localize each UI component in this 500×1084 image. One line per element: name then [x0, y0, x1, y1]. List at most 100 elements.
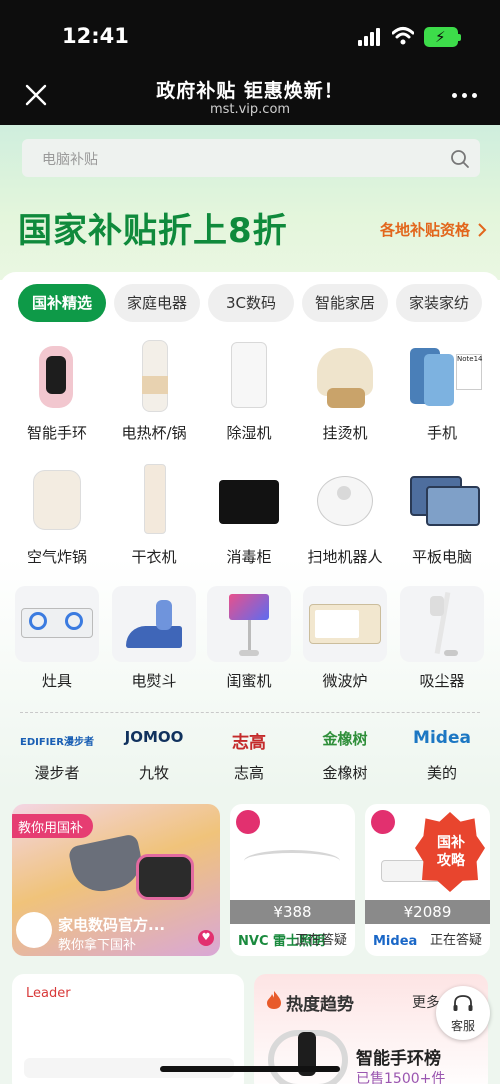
smart-band-image — [15, 338, 99, 414]
chevron-right-icon — [478, 223, 487, 237]
product-price: ¥388 — [230, 900, 355, 924]
brand-logo: EDIFIER漫步者 — [20, 737, 94, 748]
home-indicator[interactable] — [160, 1066, 340, 1072]
heart-icon[interactable]: ♥ — [198, 930, 214, 946]
category-vacuum[interactable]: 吸尘器 — [397, 586, 487, 691]
live-icon — [236, 810, 260, 834]
product-card-lamp[interactable]: ¥388 NVC 雷士照明 正在答疑 — [230, 804, 355, 956]
customer-service-button[interactable]: 客服 — [436, 986, 490, 1040]
promo-section: 教你用国补 家电数码官方... 教你拿下国补 ♥ ¥388 NVC 雷士照明 正… — [0, 792, 500, 1084]
sterilizer-image — [207, 462, 291, 538]
guobu-guide-card[interactable]: 教你用国补 家电数码官方... 教你拿下国补 ♥ — [12, 804, 220, 956]
category-label: 手机 — [426, 424, 457, 442]
category-label: 挂烫机 — [322, 424, 368, 442]
shop-subtitle: 教你拿下国补 — [58, 938, 137, 953]
customer-service-label: 客服 — [450, 1019, 475, 1033]
brand-label: 志高 — [233, 764, 264, 782]
live-icon — [371, 810, 395, 834]
dryer-image — [112, 462, 196, 538]
brand-logo: Midea — [413, 728, 471, 748]
category-robot-vacuum[interactable]: 扫地机器人 — [300, 462, 390, 567]
brand-edifier[interactable]: EDIFIER漫步者 漫步者 — [12, 728, 102, 783]
banner-title: 国家补贴折上8折 — [18, 211, 288, 251]
divider — [20, 712, 480, 713]
air-fryer-image — [15, 462, 99, 538]
tab-home-textile[interactable]: 家装家纺 — [396, 284, 482, 322]
dehumidifier-image — [207, 338, 291, 414]
category-smart-screen[interactable]: 闺蜜机 — [204, 586, 294, 691]
category-phone[interactable]: Note14 手机 — [397, 338, 487, 443]
tab-appliances[interactable]: 家庭电器 — [114, 284, 200, 322]
brand-logo: Leader — [26, 986, 71, 1001]
search-icon[interactable] — [450, 149, 470, 169]
brand-logo: 金橡树 — [322, 730, 368, 748]
category-garment-steamer[interactable]: 挂烫机 — [300, 338, 390, 443]
product-price: ¥2089 — [365, 900, 490, 924]
headset-icon — [453, 995, 473, 1011]
category-label: 电熨斗 — [131, 672, 177, 690]
product-card-ac[interactable]: 国补攻略 ¥2089 Midea 正在答疑 — [365, 804, 490, 956]
category-microwave[interactable]: 微波炉 — [300, 586, 390, 691]
category-electric-cup[interactable]: 电热杯/锅 — [109, 338, 199, 443]
hero-banner: 电脑补贴 国家补贴折上8折 各地补贴资格 — [0, 125, 500, 280]
category-label: 扫地机器人 — [307, 548, 383, 566]
tab-smart-home[interactable]: 智能家居 — [302, 284, 388, 322]
guide-badge-label: 国补攻略 — [437, 835, 465, 869]
category-label: 灶具 — [41, 672, 72, 690]
category-smart-band[interactable]: 智能手环 — [12, 338, 102, 443]
brand-midea[interactable]: Midea 美的 — [397, 728, 487, 783]
rank-title: 智能手环榜 — [356, 1049, 441, 1069]
brand-golden-tree[interactable]: 金橡树 金橡树 — [300, 728, 390, 783]
brand-label: 美的 — [426, 764, 457, 782]
category-label: 闺蜜机 — [226, 672, 272, 690]
smartwatch-image — [136, 854, 194, 900]
shop-name: 家电数码官方... — [58, 916, 166, 934]
brand-label: 漫步者 — [34, 764, 80, 782]
brand-label: 九牧 — [138, 764, 169, 782]
sold-count: 已售1500+件 — [356, 1071, 446, 1084]
category-iron[interactable]: 电熨斗 — [109, 586, 199, 691]
page-url: mst.vip.com — [209, 102, 291, 117]
search-placeholder: 电脑补贴 — [42, 152, 98, 168]
category-label: 平板电脑 — [411, 548, 472, 566]
search-input[interactable]: 电脑补贴 — [22, 139, 480, 177]
status-time: 12:41 — [62, 24, 129, 48]
category-panel: 国补精选 家庭电器 3C数码 智能家居 家装家纺 智能手环 电热杯/锅 除湿机 … — [0, 272, 500, 792]
page-title: 政府补贴 钜惠焕新！ — [156, 80, 344, 102]
hair-dryer-image — [67, 833, 147, 897]
product-status: 正在答疑 — [294, 933, 347, 948]
stove-image — [15, 586, 99, 662]
iron-image — [112, 586, 196, 662]
category-label: 干衣机 — [131, 548, 177, 566]
category-dryer[interactable]: 干衣机 — [109, 462, 199, 567]
category-tablet[interactable]: 平板电脑 — [397, 462, 487, 567]
smart-screen-image — [207, 586, 291, 662]
category-air-fryer[interactable]: 空气炸锅 — [12, 462, 102, 567]
brand-zhigao[interactable]: 志高 志高 — [204, 728, 294, 783]
more-icon[interactable] — [452, 93, 478, 99]
category-label: 消毒柜 — [226, 548, 272, 566]
status-bar: 12:41 ⚡ — [0, 0, 500, 70]
category-label: 电热杯/锅 — [121, 424, 187, 442]
brand-jomoo[interactable]: JOMOO 九牧 — [109, 728, 199, 783]
subsidy-link-label: 各地补贴资格 — [380, 221, 471, 239]
product-brand: Midea — [373, 934, 418, 949]
garment-steamer-image — [303, 338, 387, 414]
guide-tag-label: 教你用国补 — [18, 821, 84, 836]
category-label: 空气炸锅 — [26, 548, 87, 566]
category-stove[interactable]: 灶具 — [12, 586, 102, 691]
product-status: 正在答疑 — [429, 933, 482, 948]
electric-cup-image — [112, 338, 196, 414]
nav-bar: 政府补贴 钜惠焕新！ mst.vip.com — [0, 70, 500, 125]
fire-icon — [267, 991, 281, 1009]
phone-image: Note14 — [400, 338, 484, 414]
vacuum-image — [400, 586, 484, 662]
battery-icon: ⚡ — [424, 27, 461, 47]
category-sterilizer[interactable]: 消毒柜 — [204, 462, 294, 567]
guide-tag: 教你用国补 — [12, 814, 94, 838]
avatar — [16, 912, 52, 948]
tab-3c[interactable]: 3C数码 — [208, 284, 294, 322]
category-dehumidifier[interactable]: 除湿机 — [204, 338, 294, 443]
category-label: 除湿机 — [226, 424, 272, 442]
tab-guobu[interactable]: 国补精选 — [18, 284, 106, 322]
